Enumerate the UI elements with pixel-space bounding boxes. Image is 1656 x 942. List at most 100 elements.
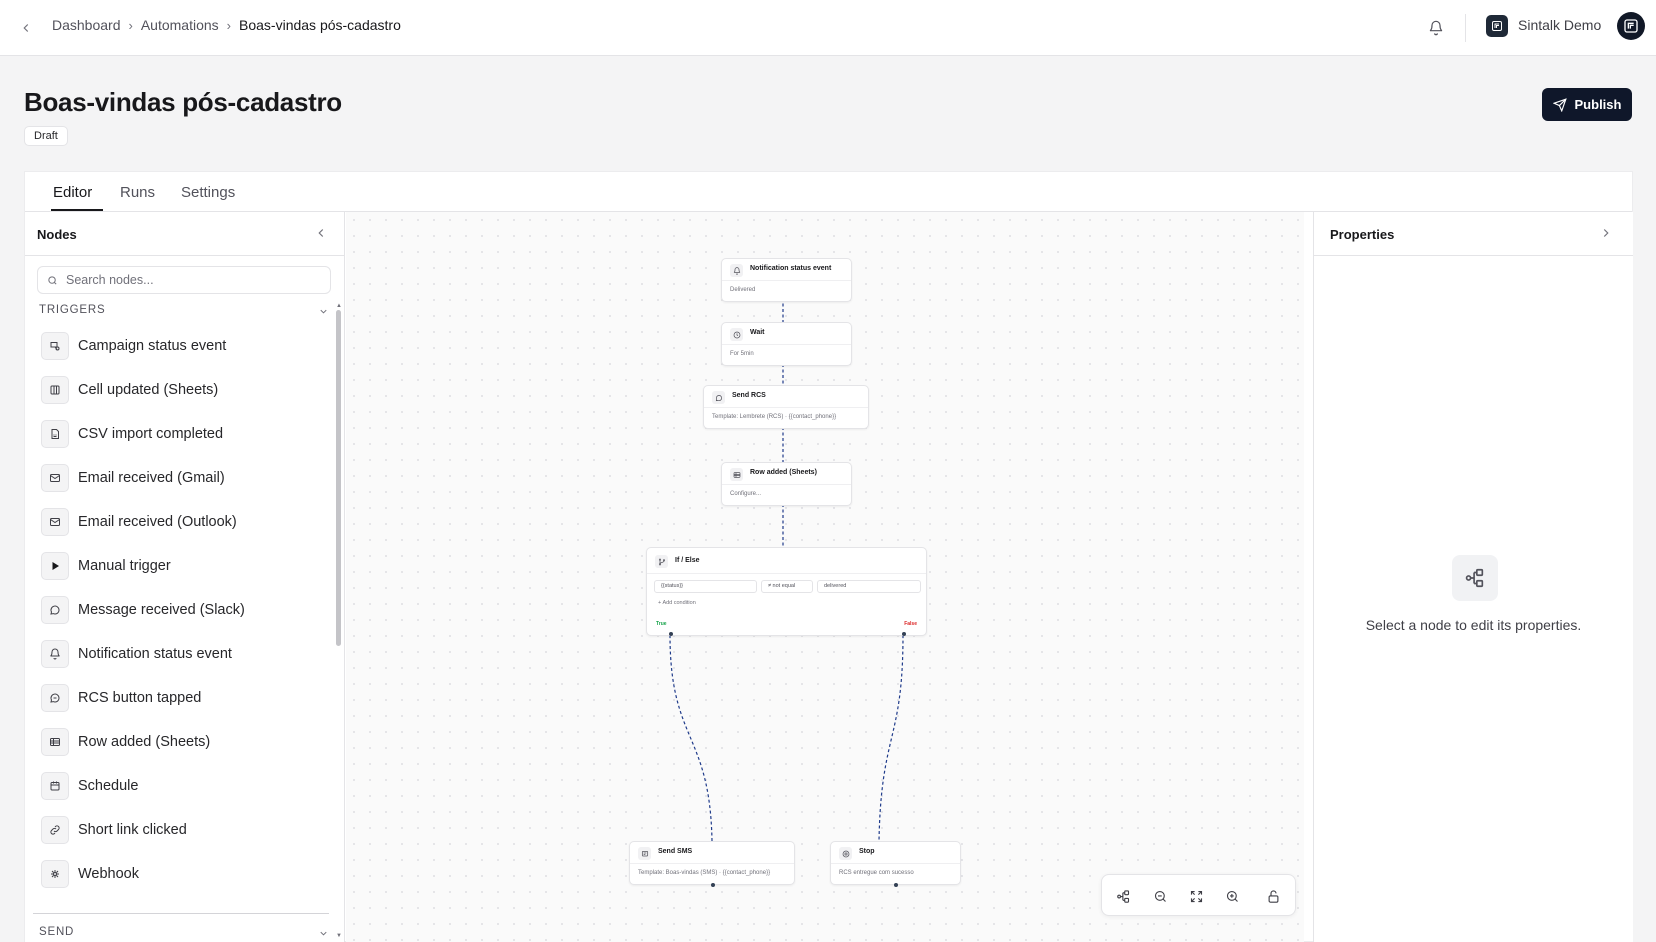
condition-value-input[interactable]: delivered [817,580,921,593]
flow-node-stop[interactable]: Stop RCS entregue com sucesso [830,841,961,887]
search-nodes-field[interactable] [37,266,331,294]
flow-node-subtitle: Template: Boas-vindas (SMS) · {{contact_… [638,870,771,876]
webhook-icon [41,860,69,888]
breadcrumb-separator: › [128,17,133,33]
node-item-email-received-outlook[interactable]: Email received (Outlook) [41,504,321,540]
flow-node-header: Row added (Sheets) [722,463,851,485]
properties-panel: Properties Select a node to edit its pro… [1313,212,1633,942]
flow-node-title: Send RCS [732,392,766,399]
notifications-button[interactable] [1424,16,1448,40]
node-item-label: RCS button tapped [78,690,202,706]
scroll-down-arrow[interactable]: ▼ [335,932,343,940]
tab-editor[interactable]: Editor [53,172,92,212]
calendar-icon [41,772,69,800]
true-handle[interactable] [669,632,673,636]
node-item-rcs-button-tapped[interactable]: RCS button tapped [41,680,321,716]
tab-settings[interactable]: Settings [181,172,235,212]
mail-icon [41,508,69,536]
section-send[interactable]: SEND [39,926,329,942]
breadcrumb-current: Boas-vindas pós-cadastro [239,17,401,33]
back-button[interactable] [14,16,38,40]
section-triggers-label: TRIGGERS [39,304,106,316]
output-handle[interactable] [711,883,715,887]
breadcrumb-automations[interactable]: Automations [141,17,219,33]
chevron-left-icon [23,24,29,32]
flow-node-title: Send SMS [658,848,693,855]
node-item-notification-status-event[interactable]: Notification status event [41,636,321,672]
lock-canvas-button[interactable] [1263,886,1283,906]
section-send-label: SEND [39,926,75,938]
bell-icon [41,640,69,668]
scrollbar-thumb[interactable] [336,310,341,646]
output-handle[interactable] [894,883,898,887]
section-triggers[interactable]: TRIGGERS [39,304,329,320]
add-condition-button[interactable]: + Add condition [658,600,696,606]
scroll-up-arrow[interactable]: ▲ [335,302,343,310]
chevron-left-icon [318,229,324,237]
node-item-campaign-status-event[interactable]: Campaign status event [41,328,321,364]
zoom-in-button[interactable] [1222,886,1242,906]
flow-node-header: Send RCS [704,386,868,408]
flow-node-wait[interactable]: Wait For 5min [721,322,852,366]
collapse-properties-panel-button[interactable] [1599,226,1615,242]
avatar-logo-icon [1624,19,1638,33]
node-item-row-added-sheets[interactable]: Row added (Sheets) [41,724,321,760]
condition-field-input[interactable]: {{status}} [654,580,757,593]
active-tab-indicator [51,209,103,211]
workspace-name[interactable]: Sintalk Demo [1518,17,1601,33]
node-item-email-received-gmail[interactable]: Email received (Gmail) [41,460,321,496]
flow-node-notification-status-event[interactable]: Notification status event Delivered [721,258,852,302]
flow-node-title: Notification status event [750,265,832,272]
node-item-label: Email received (Outlook) [78,514,237,530]
breadcrumb: Dashboard › Automations › Boas-vindas pó… [52,17,401,33]
flow-canvas[interactable]: Notification status event Delivered Wait… [346,212,1304,942]
campaign-icon [41,332,69,360]
zoom-out-button[interactable] [1150,886,1170,906]
table-icon [730,468,743,481]
node-item-schedule[interactable]: Schedule [41,768,321,804]
breadcrumb-separator: › [226,17,232,33]
flow-node-if-else[interactable]: If / Else {{status}} ≠ not equal deliver… [646,547,927,636]
workspace-logo-icon[interactable] [1486,15,1508,37]
properties-panel-title: Properties [1330,227,1395,242]
node-item-message-received-slack[interactable]: Message received (Slack) [41,592,321,628]
chevron-right-icon [1603,229,1609,237]
branch-true-label: True [656,621,667,627]
fit-view-button[interactable] [1186,886,1206,906]
flow-node-header: Notification status event [722,259,851,281]
collapse-nodes-panel-button[interactable] [314,226,330,242]
flow-node-subtitle: Delivered [730,287,756,293]
false-handle[interactable] [902,632,906,636]
tab-runs[interactable]: Runs [120,172,155,212]
node-item-csv-import-completed[interactable]: CSV import completed [41,416,321,452]
flow-node-row-added-sheets[interactable]: Row added (Sheets) Configure... [721,462,852,506]
node-item-webhook[interactable]: Webhook [41,856,321,892]
flow-node-send-rcs[interactable]: Send RCS Template: Lembrete (RCS) · {{co… [703,385,869,429]
user-avatar[interactable] [1617,12,1645,40]
flow-node-send-sms[interactable]: Send SMS Template: Boas-vindas (SMS) · {… [629,841,795,887]
auto-layout-button[interactable] [1113,886,1133,906]
flow-node-header: Send SMS [630,842,794,864]
sms-icon [638,847,651,860]
node-item-manual-trigger[interactable]: Manual trigger [41,548,321,584]
node-item-cell-updated-sheets[interactable]: Cell updated (Sheets) [41,372,321,408]
node-item-label: Schedule [78,778,139,794]
csv-file-icon [41,420,69,448]
condition-operator-select[interactable]: ≠ not equal [761,580,813,593]
node-item-label: CSV import completed [78,426,224,442]
canvas-toolbar [1101,874,1296,916]
breadcrumb-dashboard[interactable]: Dashboard [52,17,121,33]
properties-empty-message: Select a node to edit its properties. [1365,617,1582,633]
flow-node-header: Stop [831,842,960,864]
flow-node-title: If / Else [675,557,700,564]
search-nodes-input[interactable] [66,270,324,290]
publish-button[interactable]: Publish [1542,88,1632,121]
node-item-short-link-clicked[interactable]: Short link clicked [41,812,321,848]
editor-card: Editor Runs Settings Nodes TRIGGERS Camp… [24,171,1633,942]
zoom-out-icon [1154,890,1166,902]
node-item-label: Manual trigger [78,558,171,574]
workflow-icon [1452,555,1498,601]
auto-layout-icon [1116,889,1129,903]
node-item-label: Row added (Sheets) [78,734,211,750]
branch-icon [655,555,668,568]
